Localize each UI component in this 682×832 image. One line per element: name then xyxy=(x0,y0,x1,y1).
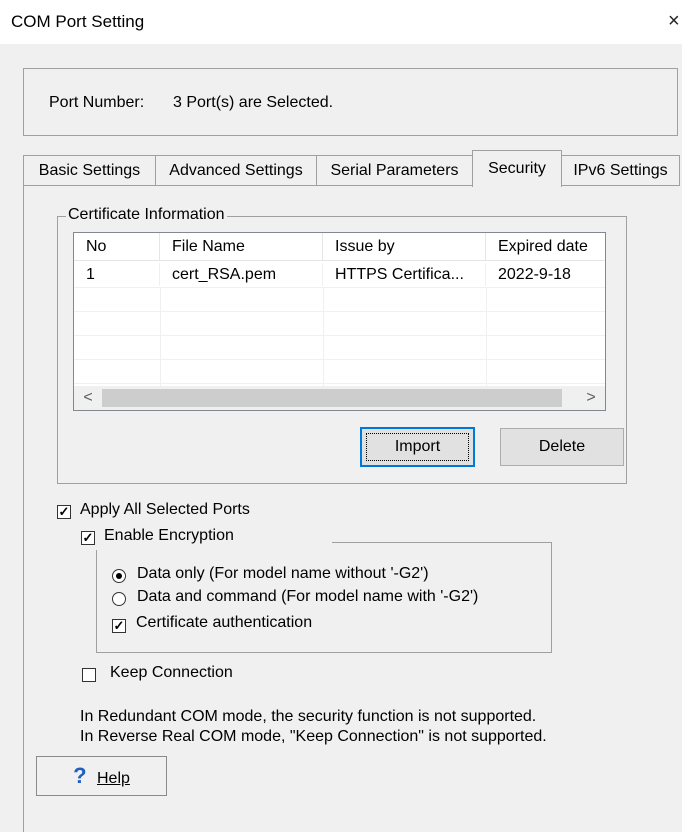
note-reverse-real-com: In Reverse Real COM mode, "Keep Connecti… xyxy=(80,728,547,745)
column-header-no[interactable]: No xyxy=(74,233,160,261)
apply-all-checkbox[interactable]: ✓ xyxy=(57,505,71,519)
column-header-file-name[interactable]: File Name xyxy=(160,233,323,261)
enable-encryption-checkbox[interactable]: ✓ xyxy=(81,531,95,545)
horizontal-scrollbar[interactable]: < > xyxy=(74,386,605,410)
table-row-cell-issue-by[interactable]: HTTPS Certifica... xyxy=(323,263,486,286)
table-row-cell-file-name[interactable]: cert_RSA.pem xyxy=(160,263,323,286)
port-number-value: 3 Port(s) are Selected. xyxy=(173,94,334,111)
keep-connection-label[interactable]: Keep Connection xyxy=(110,664,233,682)
enable-encryption-label[interactable]: Enable Encryption xyxy=(104,527,234,545)
help-button[interactable]: ? Help xyxy=(36,756,167,796)
certificate-authentication-checkbox[interactable]: ✓ xyxy=(112,619,126,633)
import-button[interactable]: Import xyxy=(360,427,475,467)
active-tab-gap xyxy=(473,185,561,187)
close-icon[interactable]: × xyxy=(668,10,680,33)
scroll-right-icon[interactable]: > xyxy=(579,386,603,410)
grid-column-line xyxy=(486,287,487,387)
column-header-expired-date[interactable]: Expired date xyxy=(486,233,605,261)
tab-security[interactable]: Security xyxy=(472,150,562,187)
scrollbar-thumb[interactable] xyxy=(102,389,562,407)
column-header-issue-by[interactable]: Issue by xyxy=(323,233,486,261)
delete-button[interactable]: Delete xyxy=(500,428,624,466)
table-row-cell-expired-date[interactable]: 2022-9-18 xyxy=(486,263,605,286)
grid-column-line xyxy=(160,287,161,387)
data-and-command-radio[interactable] xyxy=(112,592,126,606)
help-icon: ? xyxy=(73,763,87,788)
data-only-label[interactable]: Data only (For model name without '-G2') xyxy=(137,565,429,583)
data-and-command-label[interactable]: Data and command (For model name with '-… xyxy=(137,588,478,606)
scroll-left-icon[interactable]: < xyxy=(76,386,100,410)
data-only-radio[interactable] xyxy=(112,569,126,583)
port-number-label: Port Number: xyxy=(49,94,145,111)
grid-line xyxy=(74,311,605,312)
table-row-cell-no[interactable]: 1 xyxy=(74,263,160,286)
tab-advanced-settings[interactable]: Advanced Settings xyxy=(155,155,317,185)
radio-selected-dot xyxy=(116,573,122,579)
tab-serial-parameters[interactable]: Serial Parameters xyxy=(316,155,473,185)
help-button-label: Help xyxy=(97,770,130,787)
certificate-group-title: Certificate Information xyxy=(66,206,227,224)
grid-column-line xyxy=(323,287,324,387)
grid-line xyxy=(74,335,605,336)
grid-line xyxy=(74,287,605,288)
tab-basic-settings[interactable]: Basic Settings xyxy=(23,155,156,185)
grid-line xyxy=(74,383,605,384)
apply-all-label[interactable]: Apply All Selected Ports xyxy=(80,501,250,519)
keep-connection-checkbox[interactable] xyxy=(82,668,96,682)
grid-line xyxy=(74,359,605,360)
window-title: COM Port Setting xyxy=(11,12,145,31)
certificate-list[interactable]: No File Name Issue by Expired date 1 cer… xyxy=(73,232,606,411)
note-redundant-com: In Redundant COM mode, the security func… xyxy=(80,708,537,725)
certificate-authentication-label[interactable]: Certificate authentication xyxy=(136,614,312,632)
focus-rectangle xyxy=(366,433,469,461)
tab-ipv6-settings[interactable]: IPv6 Settings xyxy=(561,155,680,185)
